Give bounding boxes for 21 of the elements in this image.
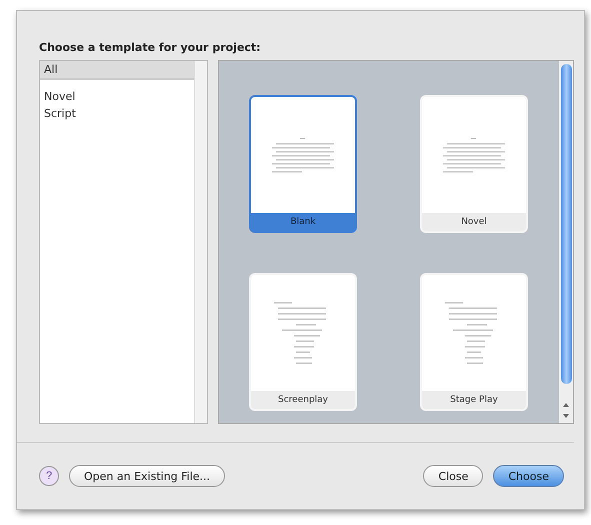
choose-button[interactable]: Choose	[493, 465, 564, 487]
category-item[interactable]: All	[40, 61, 194, 80]
open-file-button[interactable]: Open an Existing File...	[69, 465, 226, 487]
scrollbar[interactable]	[559, 61, 573, 423]
scroll-up-icon[interactable]	[562, 401, 570, 409]
category-item[interactable]: Script	[40, 105, 194, 122]
dialog-prompt: Choose a template for your project:	[39, 41, 262, 54]
help-button[interactable]: ?	[39, 466, 59, 486]
template-tile[interactable]: Stage Play	[420, 273, 528, 411]
page-preview-drawing	[443, 138, 505, 172]
scrollbar-thumb[interactable]	[560, 64, 572, 384]
template-label: Novel	[422, 213, 526, 231]
template-label: Screenplay	[251, 391, 355, 409]
template-tile[interactable]: Novel	[420, 95, 528, 233]
scroll-down-icon[interactable]	[562, 412, 570, 420]
template-label: Stage Play	[422, 391, 526, 409]
page-preview-drawing	[272, 138, 334, 172]
template-tile[interactable]: Blank	[249, 95, 357, 233]
template-tile[interactable]: Screenplay	[249, 273, 357, 411]
close-button[interactable]: Close	[423, 465, 484, 487]
category-item[interactable]: Novel	[40, 88, 194, 105]
